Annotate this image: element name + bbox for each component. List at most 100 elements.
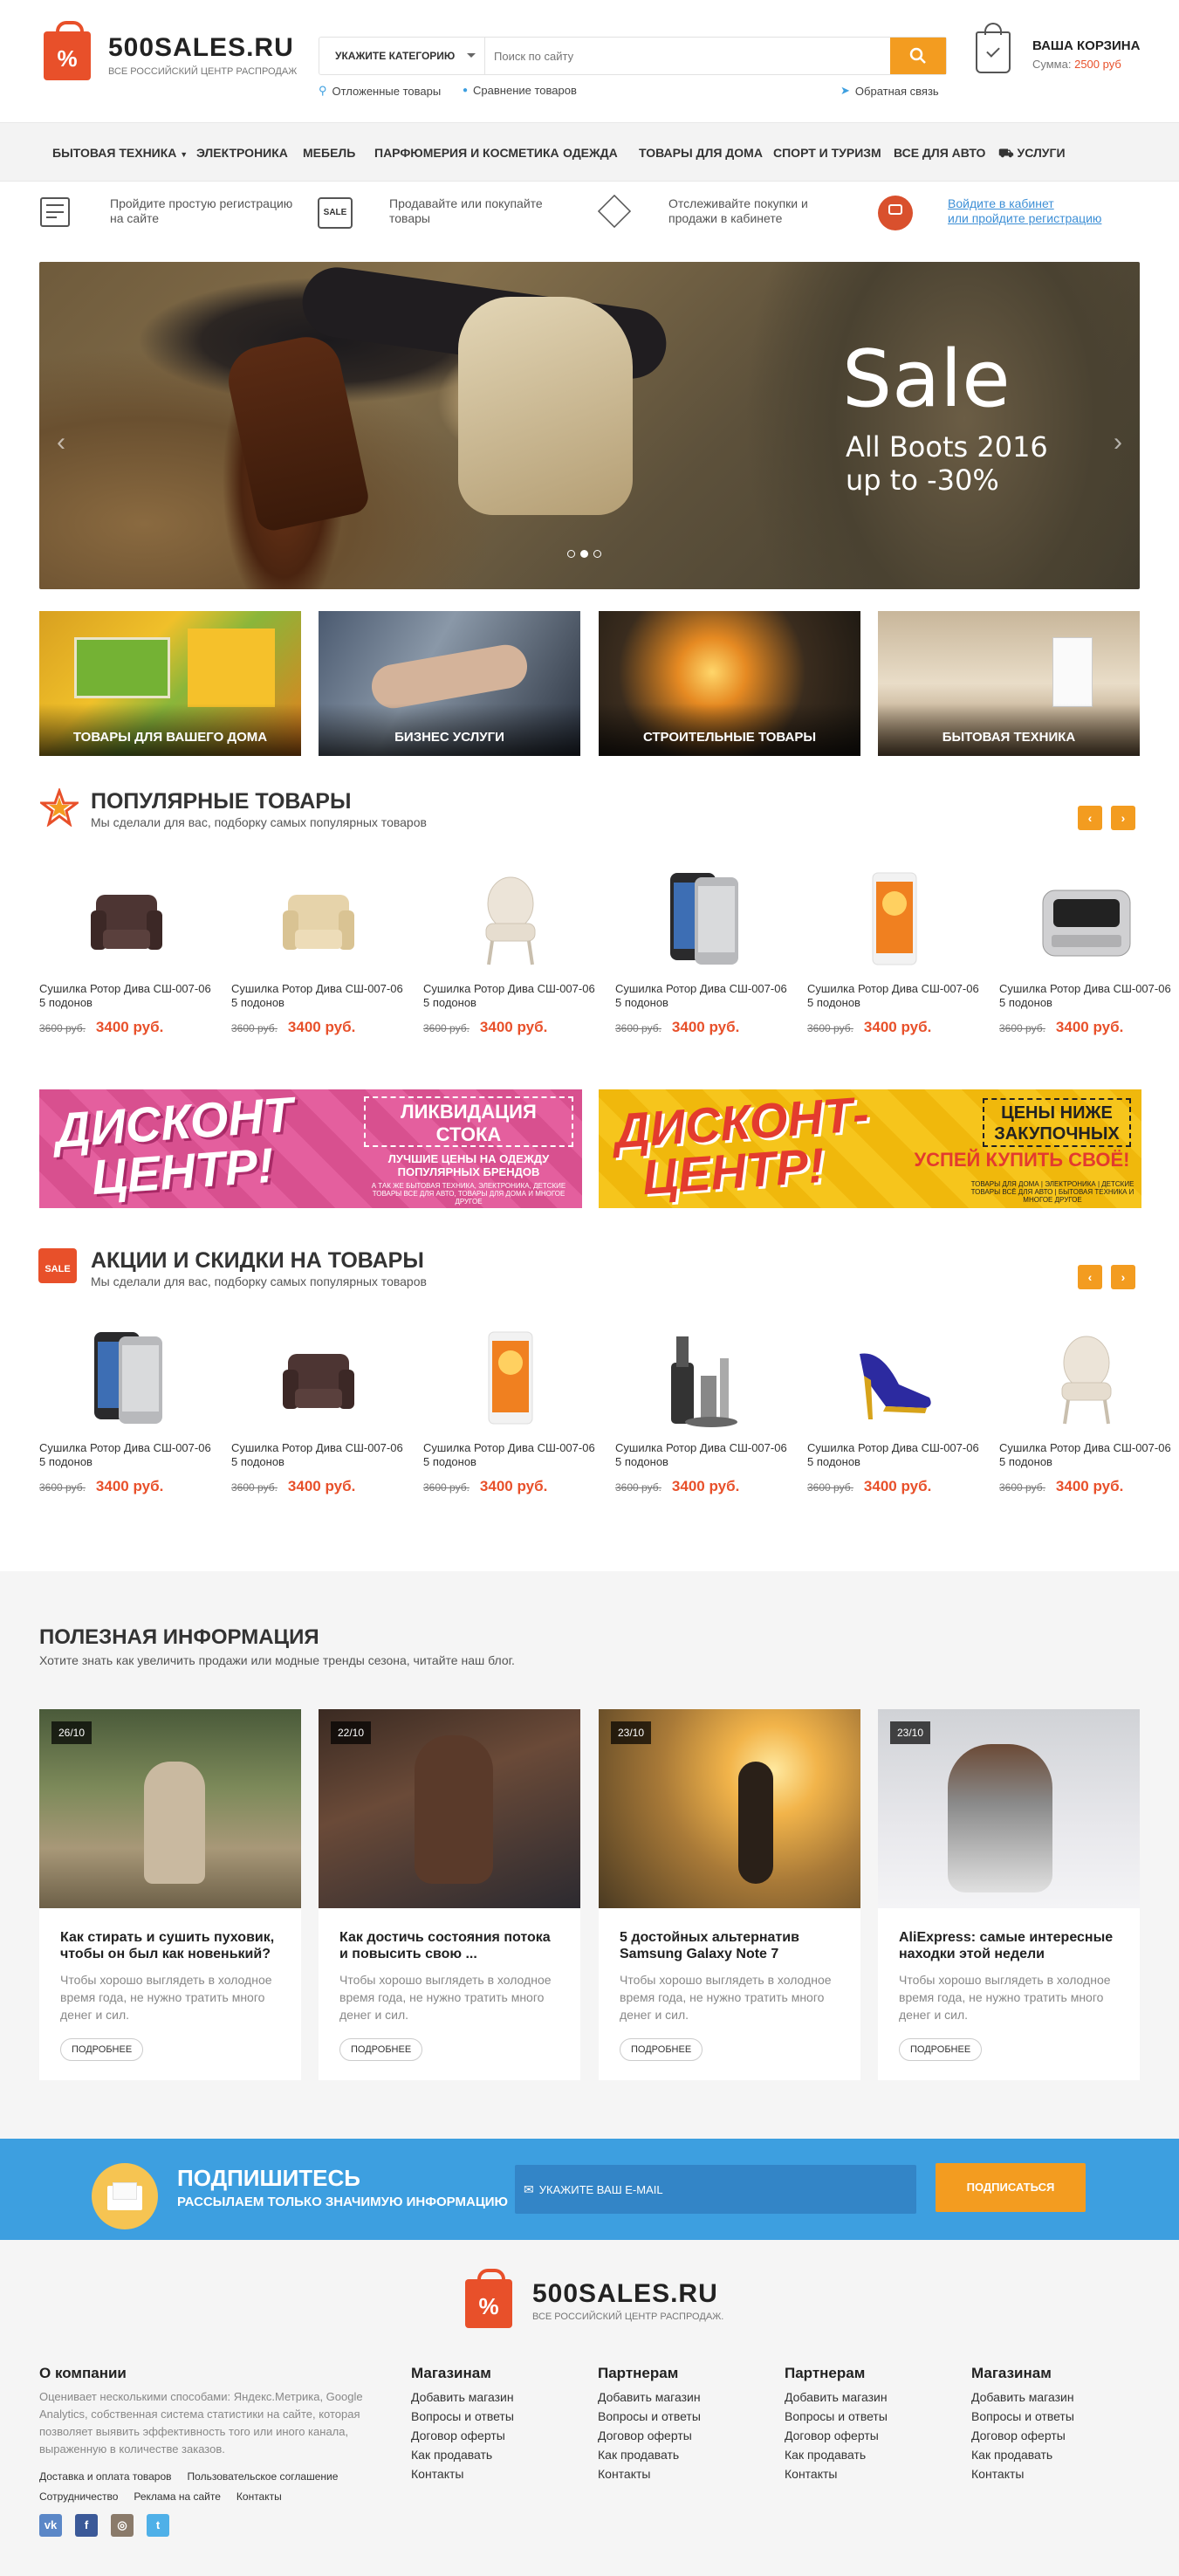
email-field[interactable]: ✉ Укажите ваш e-mail: [515, 2165, 916, 2214]
logo-bag-icon[interactable]: %: [44, 21, 91, 80]
slider-dot-active[interactable]: [580, 550, 588, 558]
product-name[interactable]: Сушилка Ротор Дива СШ-007-06 5 подонов: [999, 982, 1174, 1010]
category-select[interactable]: Укажите категорию: [319, 38, 485, 74]
product-card[interactable]: Сушилка Ротор Дива СШ-007-06 5 подонов 36…: [807, 1319, 982, 1495]
login-link[interactable]: Войдите в кабинет: [948, 196, 1054, 211]
product-card[interactable]: Сушилка Ротор Дива СШ-007-06 5 подонов 36…: [999, 1319, 1174, 1495]
product-image-blender-icon[interactable]: [615, 1319, 790, 1441]
nav-item-electronics[interactable]: Электроника: [196, 123, 288, 182]
footer-column-link[interactable]: Договор оферты: [411, 2426, 514, 2445]
footer-column-link[interactable]: Как продавать: [785, 2445, 888, 2464]
footer-column-link[interactable]: Как продавать: [411, 2445, 514, 2464]
blog-post-image[interactable]: 26/10: [39, 1709, 301, 1908]
product-name[interactable]: Сушилка Ротор Дива СШ-007-06 5 подонов: [423, 1441, 598, 1469]
user-login-icon[interactable]: [878, 196, 913, 230]
subscribe-button[interactable]: Подписаться: [936, 2163, 1086, 2212]
product-card[interactable]: Сушилка Ротор Дива СШ-007-06 5 подонов 36…: [231, 860, 406, 1036]
blog-post[interactable]: 23/10 AliExpress: самые интересные наход…: [878, 1709, 1140, 2080]
logo-name[interactable]: 500SALES.RU: [108, 33, 294, 63]
product-name[interactable]: Сушилка Ротор Дива СШ-007-06 5 подонов: [807, 982, 982, 1010]
product-name[interactable]: Сушилка Ротор Дива СШ-007-06 5 подонов: [423, 982, 598, 1010]
feedback-link[interactable]: ➤ Обратная связь: [840, 84, 939, 98]
blog-post[interactable]: 22/10 Как достичь состояния потока и пов…: [319, 1709, 580, 2080]
blog-post[interactable]: 26/10 Как стирать и сушить пуховик, чтоб…: [39, 1709, 301, 2080]
footer-column-link[interactable]: Добавить магазин: [411, 2387, 514, 2407]
nav-item-clothes[interactable]: Одежда: [563, 123, 618, 182]
product-card[interactable]: Сушилка Ротор Дива СШ-007-06 5 подонов 36…: [423, 860, 598, 1036]
footer-link[interactable]: Реклама на сайте: [134, 2490, 221, 2503]
vk-icon[interactable]: vk: [39, 2514, 62, 2537]
product-image-chair-white-icon[interactable]: [423, 860, 598, 982]
footer-column-link[interactable]: Договор оферты: [598, 2426, 701, 2445]
product-card[interactable]: Сушилка Ротор Дива СШ-007-06 5 подонов 36…: [999, 860, 1174, 1036]
product-image-phone-white-icon[interactable]: [423, 1319, 598, 1441]
twitter-icon[interactable]: t: [147, 2514, 169, 2537]
footer-column-link[interactable]: Вопросы и ответы: [411, 2407, 514, 2426]
category-tile-appliances[interactable]: Бытовая техника: [878, 611, 1140, 756]
footer-column-link[interactable]: Контакты: [598, 2464, 701, 2483]
post-title[interactable]: 5 достойных альтернатив Samsung Galaxy N…: [620, 1929, 840, 1962]
cart-bag-icon[interactable]: [976, 23, 1011, 73]
product-card[interactable]: Сушилка Ротор Дива СШ-007-06 5 подонов 36…: [615, 1319, 790, 1495]
product-name[interactable]: Сушилка Ротор Дива СШ-007-06 5 подонов: [231, 982, 406, 1010]
sales-prev-button[interactable]: ‹: [1078, 1265, 1102, 1289]
product-image-phone-dark-icon[interactable]: [39, 1319, 214, 1441]
footer-column-link[interactable]: Вопросы и ответы: [598, 2407, 701, 2426]
nav-item-appliances[interactable]: Бытовая техника ▼: [52, 123, 188, 184]
nav-item-sport[interactable]: Спорт и туризм: [773, 123, 881, 182]
product-card[interactable]: Сушилка Ротор Дива СШ-007-06 5 подонов 36…: [423, 1319, 598, 1495]
product-card[interactable]: Сушилка Ротор Дива СШ-007-06 5 подонов 36…: [231, 1319, 406, 1495]
product-name[interactable]: Сушилка Ротор Дива СШ-007-06 5 подонов: [231, 1441, 406, 1469]
product-image-armchair-beige-icon[interactable]: [231, 860, 406, 982]
post-title[interactable]: AliExpress: самые интересные находки это…: [899, 1929, 1119, 1962]
footer-link[interactable]: Пользовательское соглашение: [188, 2470, 339, 2483]
product-card[interactable]: Сушилка Ротор Дива СШ-007-06 5 подонов 36…: [39, 860, 214, 1036]
post-title[interactable]: Как стирать и сушить пуховик, чтобы он б…: [60, 1929, 280, 1962]
blog-post-image[interactable]: 22/10: [319, 1709, 580, 1908]
product-image-phone-dark-icon[interactable]: [615, 860, 790, 982]
category-tile-construction[interactable]: Строительные товары: [599, 611, 860, 756]
discount-banner-right[interactable]: ДИСКОНТ- ЦЕНТР! ЦЕНЫ НИЖЕ ЗАКУПОЧНЫХ УСП…: [599, 1089, 1141, 1208]
footer-column-link[interactable]: Контакты: [785, 2464, 888, 2483]
product-image-phone-white-icon[interactable]: [807, 860, 982, 982]
product-card[interactable]: Сушилка Ротор Дива СШ-007-06 5 подонов 36…: [807, 860, 982, 1036]
footer-column-link[interactable]: Вопросы и ответы: [971, 2407, 1074, 2426]
slider-dot[interactable]: [567, 550, 575, 558]
search-input[interactable]: [485, 38, 890, 74]
footer-logo-name[interactable]: 500SALES.RU: [532, 2279, 718, 2309]
product-name[interactable]: Сушилка Ротор Дива СШ-007-06 5 подонов: [39, 1441, 214, 1469]
footer-link[interactable]: Контакты: [236, 2490, 282, 2503]
cart-title[interactable]: Ваша корзина: [1032, 38, 1140, 53]
product-name[interactable]: Сушилка Ротор Дива СШ-007-06 5 подонов: [615, 1441, 790, 1469]
instagram-icon[interactable]: ◎: [111, 2514, 134, 2537]
product-name[interactable]: Сушилка Ротор Дива СШ-007-06 5 подонов: [39, 982, 214, 1010]
product-image-armchair-dark-icon[interactable]: [39, 860, 214, 982]
footer-column-link[interactable]: Договор оферты: [971, 2426, 1074, 2445]
read-more-button[interactable]: Подробнее: [899, 2038, 983, 2061]
popular-prev-button[interactable]: ‹: [1078, 806, 1102, 830]
facebook-icon[interactable]: f: [75, 2514, 98, 2537]
footer-column-link[interactable]: Добавить магазин: [785, 2387, 888, 2407]
product-image-armchair-dark-icon[interactable]: [231, 1319, 406, 1441]
product-name[interactable]: Сушилка Ротор Дива СШ-007-06 5 подонов: [999, 1441, 1174, 1469]
category-tile-home[interactable]: Товары для вашего дома: [39, 611, 301, 756]
popular-next-button[interactable]: ›: [1111, 806, 1135, 830]
read-more-button[interactable]: Подробнее: [339, 2038, 423, 2061]
nav-item-auto[interactable]: Все для авто: [894, 123, 985, 182]
deferred-goods-link[interactable]: ⚲ Отложенные товары: [319, 84, 441, 98]
footer-link[interactable]: Доставка и оплата товаров: [39, 2470, 172, 2483]
nav-item-home[interactable]: Товары для дома: [639, 123, 763, 182]
footer-column-link[interactable]: Добавить магазин: [971, 2387, 1074, 2407]
slider-next-arrow[interactable]: ›: [1114, 428, 1122, 457]
product-image-shoe-icon[interactable]: [807, 1319, 982, 1441]
footer-column-link[interactable]: Как продавать: [971, 2445, 1074, 2464]
product-card[interactable]: Сушилка Ротор Дива СШ-007-06 5 подонов 36…: [615, 860, 790, 1036]
footer-column-link[interactable]: Договор оферты: [785, 2426, 888, 2445]
read-more-button[interactable]: Подробнее: [620, 2038, 703, 2061]
nav-item-furniture[interactable]: Мебель: [303, 123, 355, 182]
product-name[interactable]: Сушилка Ротор Дива СШ-007-06 5 подонов: [615, 982, 790, 1010]
footer-column-link[interactable]: Контакты: [971, 2464, 1074, 2483]
read-more-button[interactable]: Подробнее: [60, 2038, 144, 2061]
footer-link[interactable]: Сотрудничество: [39, 2490, 118, 2503]
sales-next-button[interactable]: ›: [1111, 1265, 1135, 1289]
